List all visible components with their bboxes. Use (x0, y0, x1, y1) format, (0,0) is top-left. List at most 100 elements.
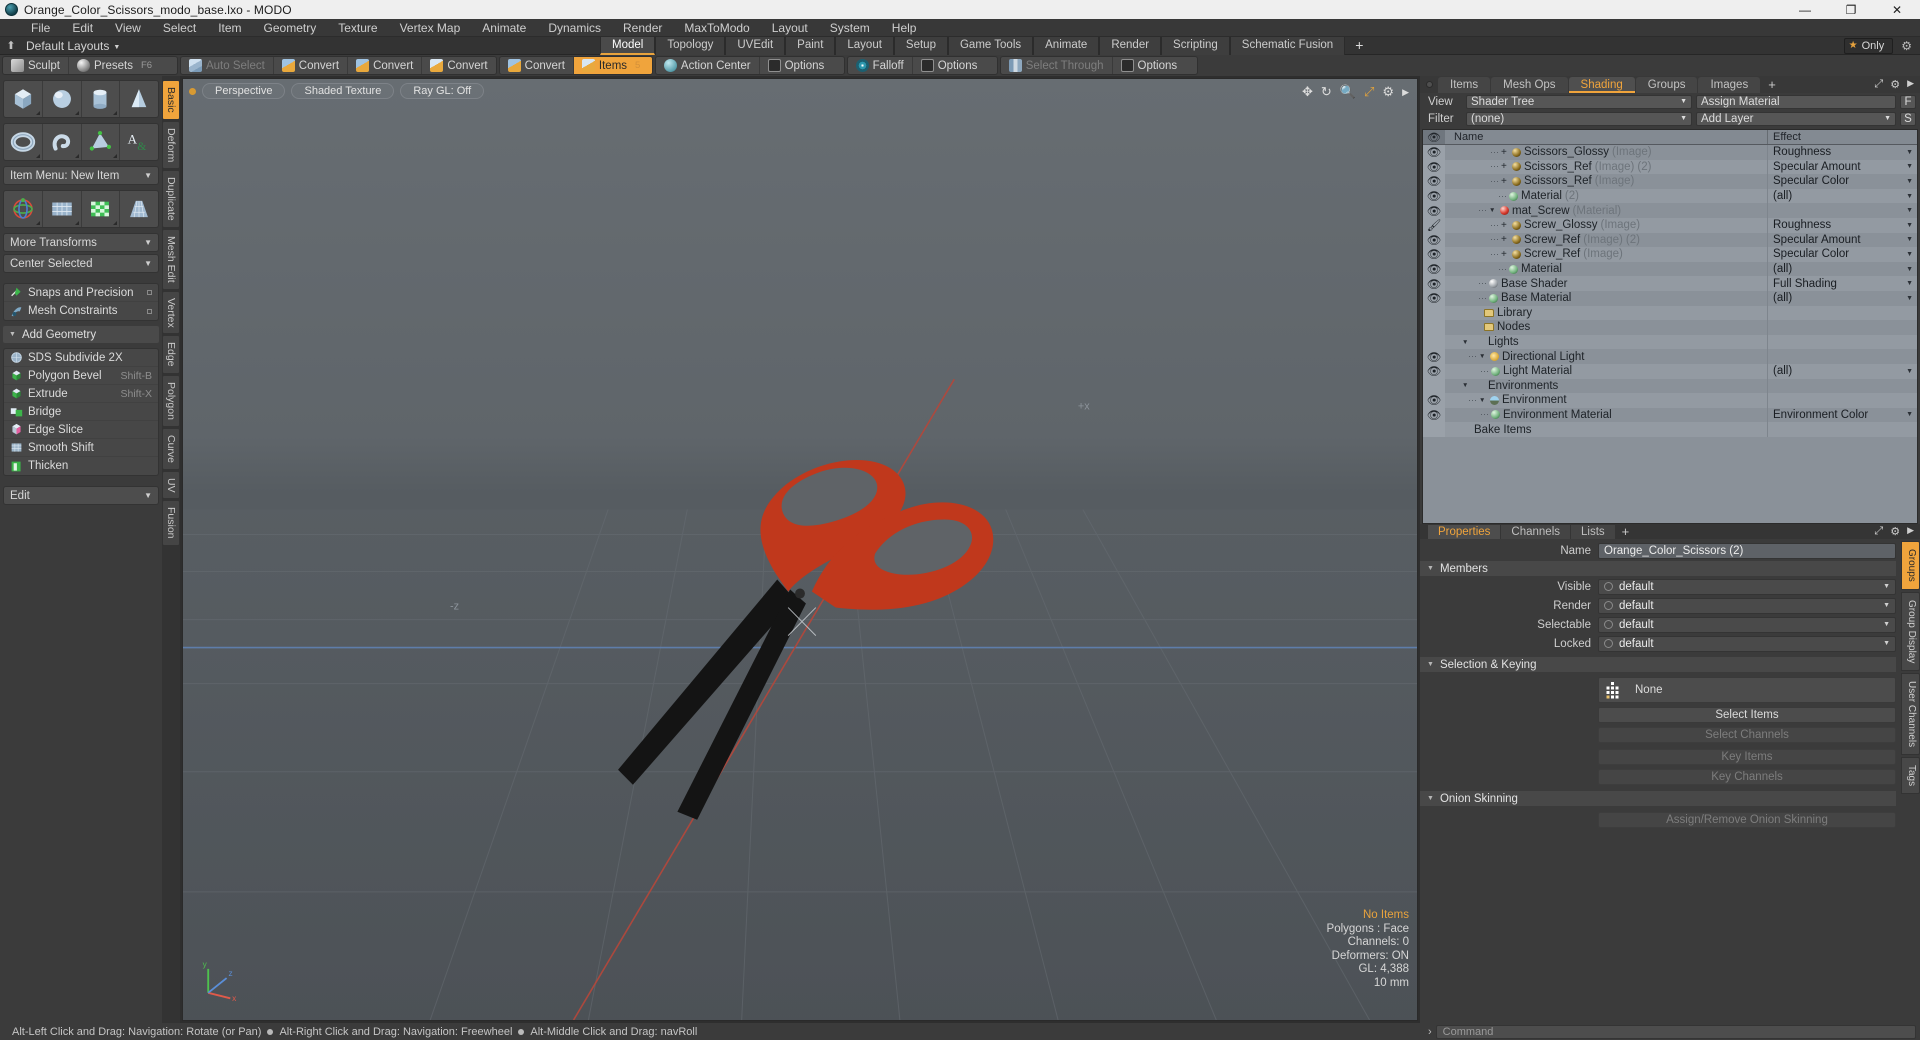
select-through-options-button[interactable]: Options (1113, 57, 1197, 74)
convert-button-2[interactable]: Convert (348, 57, 423, 74)
polygon-bevel-item[interactable]: Polygon Bevel Shift-B (4, 367, 158, 385)
action-center-options-button[interactable]: Options (760, 57, 844, 74)
table-row[interactable]: 👁 ⋯ + Scissors_Glossy (Image) Roughness ▼ (1423, 145, 1917, 160)
center-selected-dropdown[interactable]: Center Selected ▼ (3, 254, 159, 273)
tab-groups[interactable]: Groups (1635, 76, 1698, 93)
table-row[interactable]: 👁 ⋯ ▼ Environment (1423, 393, 1917, 408)
convert-button-1[interactable]: Convert (274, 57, 349, 74)
add-geometry-header[interactable]: ▼ Add Geometry (3, 326, 159, 343)
tab-animate[interactable]: Animate (1033, 37, 1100, 55)
item-menu-dropdown[interactable]: Item Menu: New Item ▼ (3, 166, 159, 185)
row-effect-cell[interactable]: Specular Amount ▼ (1767, 159, 1917, 175)
locked-dropdown[interactable]: default ▼ (1598, 635, 1896, 652)
table-row[interactable]: Bake Items (1423, 422, 1917, 437)
snaps-and-precision-item[interactable]: Snaps and Precision (4, 284, 158, 302)
visibility-eye-icon[interactable]: 👁 (1423, 188, 1445, 204)
action-center-button[interactable]: Action Center (656, 57, 760, 74)
table-row[interactable]: 👁 ⋯ + Scissors_Ref (Image) Specular Color… (1423, 174, 1917, 189)
table-row[interactable]: 👁 ⋯ Environment Material Environment Col… (1423, 407, 1917, 423)
add-layer-dropdown[interactable]: Add Layer ▼ (1696, 111, 1896, 126)
maximize-button[interactable]: ❐ (1828, 0, 1874, 19)
table-row[interactable]: 🖌 ⋯ + Screw_Glossy (Image) Roughness ▼ (1423, 217, 1917, 233)
torus-primitive-button[interactable] (4, 124, 43, 160)
menu-edit[interactable]: Edit (61, 19, 104, 37)
edit-dropdown[interactable]: Edit ▼ (3, 486, 159, 505)
cylinder-primitive-button[interactable] (82, 81, 121, 117)
add-panel-tab-button[interactable]: + (1761, 77, 1783, 93)
menu-file[interactable]: File (20, 19, 61, 37)
pvtab-groups[interactable]: Groups (1901, 541, 1920, 590)
material-f-button[interactable]: F (1900, 94, 1916, 109)
tab-shading[interactable]: Shading (1568, 76, 1635, 93)
select-channels-button[interactable]: Select Channels (1598, 727, 1896, 743)
more-transforms-dropdown[interactable]: More Transforms ▼ (3, 233, 159, 252)
row-effect-cell[interactable]: Environment Color ▼ (1767, 407, 1917, 423)
visibility-eye-icon[interactable]: 👁 (1423, 203, 1445, 218)
table-row[interactable]: ▼ Lights (1423, 334, 1917, 350)
add-properties-tab-button[interactable]: + (1616, 524, 1636, 539)
gear-icon[interactable]: ⚙ (1901, 39, 1912, 53)
sculpt-button[interactable]: Sculpt (3, 57, 69, 74)
pin-icon[interactable]: ⬆ (0, 39, 22, 52)
cube-primitive-button[interactable] (4, 81, 43, 117)
members-section-header[interactable]: ▼ Members (1420, 561, 1896, 576)
vtab-uv[interactable]: UV (162, 470, 180, 500)
tab-game-tools[interactable]: Game Tools (947, 37, 1034, 55)
expand-icon[interactable]: ⤢ (1874, 525, 1883, 538)
visibility-eye-icon[interactable]: 👁 (1423, 393, 1445, 408)
menu-system[interactable]: System (819, 19, 881, 37)
table-row[interactable]: 👁 ⋯ Light Material (all) ▼ (1423, 363, 1917, 379)
table-row[interactable]: 👁 ⋯ + Screw_Ref (Image) (2) Specular Amou… (1423, 232, 1917, 248)
menu-vertex-map[interactable]: Vertex Map (389, 19, 472, 37)
visibility-eye-icon[interactable]: 👁 (1423, 159, 1445, 175)
view-dropdown[interactable]: Shader Tree ▼ (1466, 94, 1692, 109)
snaps-options-square[interactable] (147, 290, 152, 295)
mesh-constraints-options-square[interactable] (147, 308, 152, 314)
row-effect-cell[interactable]: Full Shading ▼ (1767, 276, 1917, 291)
table-row[interactable]: Library (1423, 305, 1917, 321)
onion-skinning-section-header[interactable]: ▼ Onion Skinning (1420, 791, 1896, 806)
table-row[interactable]: 👁 ⋯ ▼ Directional Light (1423, 349, 1917, 364)
column-header-name[interactable]: Name (1445, 130, 1767, 144)
taper-button[interactable] (120, 191, 158, 227)
menu-select[interactable]: Select (152, 19, 207, 37)
falloff-options-button[interactable]: Options (913, 57, 997, 74)
visibility-eye-icon[interactable]: 👁 (1423, 145, 1445, 160)
visible-dropdown[interactable]: default ▼ (1598, 578, 1896, 595)
viewport-menu-dot[interactable] (189, 87, 196, 95)
table-row[interactable]: 👁 ⋯ + Scissors_Ref (Image) (2) Specular A… (1423, 159, 1917, 175)
vtab-duplicate[interactable]: Duplicate (162, 170, 180, 228)
menu-animate[interactable]: Animate (471, 19, 537, 37)
tab-mesh-ops[interactable]: Mesh Ops (1491, 76, 1568, 93)
lattice-button[interactable] (43, 191, 82, 227)
menu-view[interactable]: View (104, 19, 152, 37)
selectable-dropdown[interactable]: default ▼ (1598, 616, 1896, 633)
zoom-icon[interactable]: 🔍 (1340, 84, 1356, 100)
table-row[interactable]: 👁 ⋯ + Screw_Ref (Image) Specular Color ▼ (1423, 247, 1917, 262)
tab-paint[interactable]: Paint (785, 37, 836, 55)
selection-keying-section-header[interactable]: ▼ Selection & Keying (1420, 657, 1896, 672)
text-primitive-button[interactable]: A & (120, 124, 158, 160)
vtab-edge[interactable]: Edge (162, 335, 180, 374)
row-effect-cell[interactable]: Specular Amount ▼ (1767, 232, 1917, 248)
tab-lists[interactable]: Lists (1571, 524, 1615, 539)
vtab-mesh-edit[interactable]: Mesh Edit (162, 228, 180, 290)
selection-set-field[interactable]: None (1598, 677, 1896, 703)
row-effect-cell[interactable]: Roughness ▼ (1767, 217, 1917, 233)
menu-help[interactable]: Help (881, 19, 928, 37)
render-dropdown[interactable]: default ▼ (1598, 597, 1896, 614)
tab-schematic-fusion[interactable]: Schematic Fusion (1229, 37, 1346, 55)
convert-button-3[interactable]: Convert (422, 57, 495, 74)
material-s-button[interactable]: S (1900, 111, 1916, 126)
table-row[interactable]: 👁 ⋯ Material (2) (all) ▼ (1423, 188, 1917, 204)
sds-subdivide-item[interactable]: SDS Subdivide 2X (4, 349, 158, 367)
visibility-eye-icon[interactable]: 👁 (1423, 232, 1445, 248)
menu-item[interactable]: Item (207, 19, 252, 37)
tab-render[interactable]: Render (1099, 37, 1162, 55)
visibility-eye-icon[interactable]: 👁 (1423, 407, 1445, 423)
table-row[interactable]: Nodes (1423, 320, 1917, 335)
row-effect-cell[interactable]: (all) ▼ (1767, 261, 1917, 277)
row-effect-cell[interactable]: ▼ (1767, 203, 1917, 218)
tab-properties[interactable]: Properties (1428, 524, 1501, 539)
gear-icon[interactable]: ⚙ (1890, 78, 1900, 91)
